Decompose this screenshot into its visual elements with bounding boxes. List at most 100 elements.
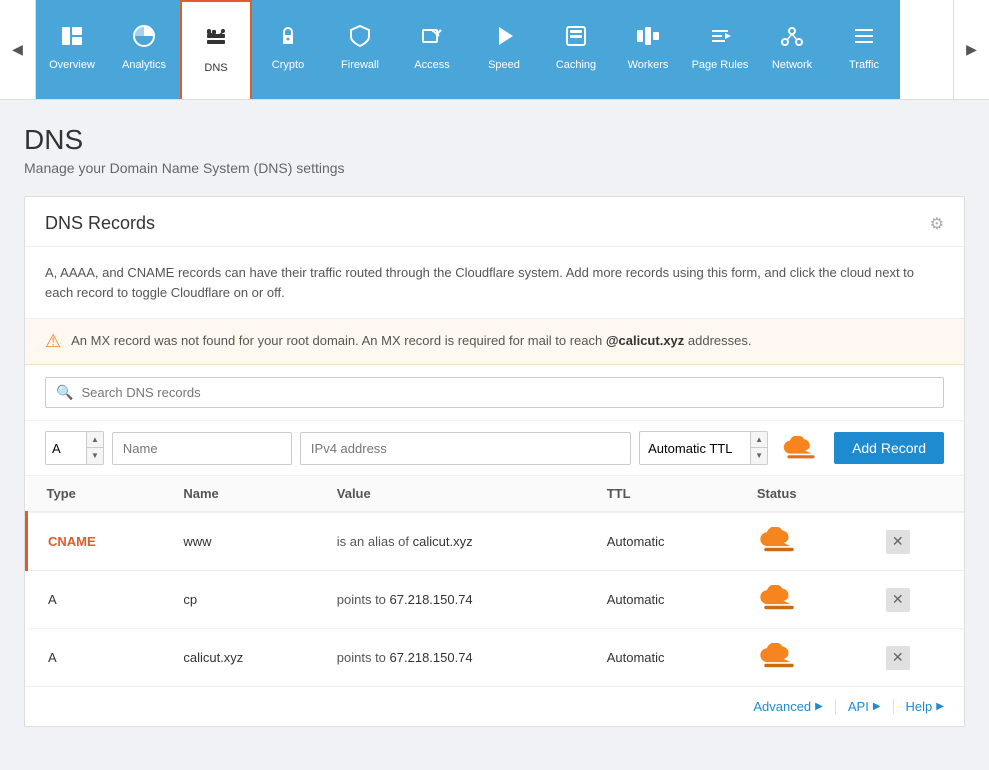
ttl-select-wrap: Automatic TTL 2 min 5 min 30 min 1 hr ▲ …: [639, 431, 768, 465]
cell-delete: ✕: [866, 629, 964, 687]
nav-item-pagerules[interactable]: Page Rules: [684, 0, 756, 99]
warning-domain: @calicut.xyz: [606, 333, 684, 348]
type-stepper: ▲ ▼: [86, 432, 103, 464]
cell-type: CNAME: [27, 512, 164, 571]
type-up-btn[interactable]: ▲: [87, 432, 103, 448]
ttl-down-btn[interactable]: ▼: [751, 448, 767, 464]
value-input[interactable]: [300, 432, 631, 465]
add-record-row: A AAAA CNAME MX TXT ▲ ▼ Automatic TTL 2 …: [25, 421, 964, 476]
cell-ttl: Automatic: [587, 629, 737, 687]
pagerules-label: Page Rules: [692, 59, 749, 72]
card-description: A, AAAA, and CNAME records can have thei…: [25, 247, 964, 319]
card-header: DNS Records ⚙: [25, 197, 964, 247]
cell-name: cp: [163, 571, 316, 629]
add-row-cloud[interactable]: [776, 436, 826, 460]
search-row: 🔍: [25, 365, 964, 421]
nav-items: Overview Analytics DNS Crypto: [36, 0, 953, 99]
firewall-icon: [347, 23, 373, 53]
traffic-label: Traffic: [849, 59, 879, 72]
crypto-label: Crypto: [272, 59, 304, 72]
nav-item-caching[interactable]: Caching: [540, 0, 612, 99]
table-row: A cp points to 67.218.150.74 Automatic ✕: [27, 571, 965, 629]
caching-icon: [563, 23, 589, 53]
table-row: A calicut.xyz points to 67.218.150.74 Au…: [27, 629, 965, 687]
delete-button[interactable]: ✕: [886, 530, 910, 554]
overview-label: Overview: [49, 59, 95, 72]
api-arrow: ▶: [873, 701, 881, 712]
cell-name: calicut.xyz: [163, 629, 316, 687]
traffic-icon: [851, 23, 877, 53]
speed-icon: [491, 23, 517, 53]
firewall-label: Firewall: [341, 59, 379, 72]
cell-value: points to 67.218.150.74: [317, 571, 587, 629]
search-input-wrap: 🔍: [45, 377, 944, 408]
card-footer: Advanced ▶ API ▶ Help ▶: [25, 686, 964, 726]
cell-ttl: Automatic: [587, 571, 737, 629]
help-label: Help: [906, 699, 933, 714]
card-title: DNS Records: [45, 213, 155, 234]
settings-icon[interactable]: ⚙: [930, 214, 944, 234]
col-status: Status: [737, 476, 866, 512]
speed-label: Speed: [488, 59, 520, 72]
network-icon: [779, 23, 805, 53]
ttl-stepper: ▲ ▼: [750, 432, 767, 464]
help-link[interactable]: Help ▶: [894, 699, 944, 714]
analytics-label: Analytics: [122, 59, 166, 72]
col-value: Value: [317, 476, 587, 512]
network-label: Network: [772, 59, 812, 72]
warning-text-after: addresses.: [684, 333, 751, 348]
page-content: DNS Manage your Domain Name System (DNS)…: [0, 100, 989, 770]
warning-icon: ⚠: [45, 331, 61, 352]
dns-label: DNS: [204, 62, 227, 75]
col-name: Name: [163, 476, 316, 512]
cell-status[interactable]: [737, 512, 866, 571]
help-arrow: ▶: [936, 701, 944, 712]
advanced-label: Advanced: [753, 699, 811, 714]
dns-icon: [203, 26, 229, 56]
table-header-row: Type Name Value TTL Status: [27, 476, 965, 512]
delete-button[interactable]: ✕: [886, 646, 910, 670]
api-label: API: [848, 699, 869, 714]
search-icon: 🔍: [56, 384, 73, 401]
delete-button[interactable]: ✕: [886, 588, 910, 612]
nav-item-dns[interactable]: DNS: [180, 0, 252, 99]
nav-item-firewall[interactable]: Firewall: [324, 0, 396, 99]
type-select[interactable]: A AAAA CNAME MX TXT: [46, 433, 86, 464]
caching-label: Caching: [556, 59, 596, 72]
workers-icon: [635, 23, 661, 53]
nav-item-analytics[interactable]: Analytics: [108, 0, 180, 99]
nav-item-network[interactable]: Network: [756, 0, 828, 99]
cell-type: A: [27, 629, 164, 687]
col-actions: [866, 476, 964, 512]
access-icon: [419, 23, 445, 53]
crypto-icon: [275, 23, 301, 53]
nav-item-overview[interactable]: Overview: [36, 0, 108, 99]
nav-left-arrow[interactable]: ◀: [0, 0, 36, 99]
nav-item-workers[interactable]: Workers: [612, 0, 684, 99]
add-record-button[interactable]: Add Record: [834, 432, 944, 464]
cell-status[interactable]: [737, 629, 866, 687]
cell-status[interactable]: [737, 571, 866, 629]
col-type: Type: [27, 476, 164, 512]
nav-item-speed[interactable]: Speed: [468, 0, 540, 99]
ttl-select[interactable]: Automatic TTL 2 min 5 min 30 min 1 hr: [640, 433, 750, 464]
workers-label: Workers: [628, 59, 669, 72]
cell-delete: ✕: [866, 571, 964, 629]
access-label: Access: [414, 59, 449, 72]
cell-type: A: [27, 571, 164, 629]
search-input[interactable]: [81, 385, 933, 400]
cell-name: www: [163, 512, 316, 571]
ttl-up-btn[interactable]: ▲: [751, 432, 767, 448]
nav-right-arrow[interactable]: ▶: [953, 0, 989, 99]
name-input[interactable]: [112, 432, 292, 465]
advanced-link[interactable]: Advanced ▶: [741, 699, 836, 714]
nav-item-crypto[interactable]: Crypto: [252, 0, 324, 99]
type-down-btn[interactable]: ▼: [87, 448, 103, 464]
cell-delete: ✕: [866, 512, 964, 571]
nav-item-traffic[interactable]: Traffic: [828, 0, 900, 99]
cell-ttl: Automatic: [587, 512, 737, 571]
api-link[interactable]: API ▶: [836, 699, 894, 714]
cell-value: points to 67.218.150.74: [317, 629, 587, 687]
nav-item-access[interactable]: Access: [396, 0, 468, 99]
pagerules-icon: [707, 23, 733, 53]
